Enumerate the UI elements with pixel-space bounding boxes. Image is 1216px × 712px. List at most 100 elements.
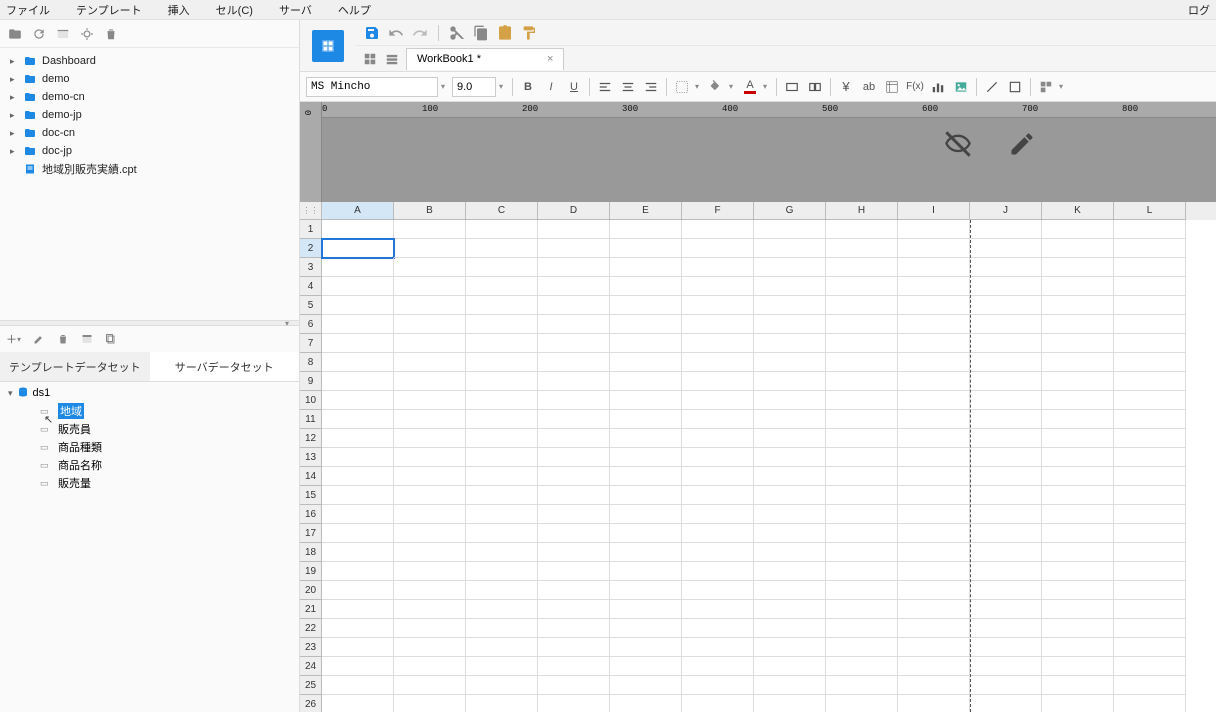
align-center-icon[interactable] <box>618 77 638 97</box>
undo-icon[interactable] <box>386 23 406 43</box>
cell[interactable] <box>1114 296 1186 315</box>
row-header[interactable]: 19 <box>300 562 322 581</box>
cell[interactable] <box>610 467 682 486</box>
cell[interactable] <box>1042 619 1114 638</box>
menu-template[interactable]: テンプレート <box>76 2 142 18</box>
tree-item[interactable]: ▸demo <box>0 70 299 88</box>
cell[interactable] <box>826 429 898 448</box>
cell[interactable] <box>682 676 754 695</box>
rename-icon[interactable] <box>54 25 72 43</box>
cell[interactable] <box>826 695 898 712</box>
tree-item[interactable]: ▸demo-cn <box>0 88 299 106</box>
text-format-icon[interactable]: ab <box>859 77 879 97</box>
cell[interactable] <box>826 562 898 581</box>
cell[interactable] <box>970 600 1042 619</box>
cell[interactable] <box>394 467 466 486</box>
cell[interactable] <box>682 315 754 334</box>
cell[interactable] <box>394 220 466 239</box>
cell[interactable] <box>1114 543 1186 562</box>
cell[interactable] <box>1114 467 1186 486</box>
cell[interactable] <box>538 258 610 277</box>
cell[interactable] <box>394 486 466 505</box>
cell[interactable] <box>1114 429 1186 448</box>
font-color-icon[interactable]: A <box>740 77 760 97</box>
cell[interactable] <box>610 638 682 657</box>
cell[interactable] <box>394 334 466 353</box>
cell[interactable] <box>970 334 1042 353</box>
bold-icon[interactable]: B <box>518 77 538 97</box>
cell[interactable] <box>322 543 394 562</box>
cell[interactable] <box>394 619 466 638</box>
cell[interactable] <box>898 277 970 296</box>
dataset-field[interactable]: ▭販売量 <box>0 474 299 492</box>
cell[interactable] <box>826 581 898 600</box>
cell[interactable] <box>538 505 610 524</box>
cell[interactable] <box>826 296 898 315</box>
cell[interactable] <box>682 524 754 543</box>
cell[interactable] <box>394 505 466 524</box>
cell[interactable] <box>826 277 898 296</box>
cell[interactable] <box>1042 676 1114 695</box>
cell[interactable] <box>1114 448 1186 467</box>
cell[interactable] <box>466 277 538 296</box>
redo-icon[interactable] <box>410 23 430 43</box>
cell[interactable] <box>898 581 970 600</box>
edit-dataset-icon[interactable] <box>30 330 48 348</box>
cell[interactable] <box>466 372 538 391</box>
cell[interactable] <box>322 410 394 429</box>
row-header[interactable]: 3 <box>300 258 322 277</box>
cell[interactable] <box>682 562 754 581</box>
cell[interactable] <box>970 429 1042 448</box>
cell[interactable] <box>538 676 610 695</box>
cell[interactable] <box>1042 258 1114 277</box>
cell[interactable] <box>322 239 394 258</box>
cell[interactable] <box>322 619 394 638</box>
cell[interactable] <box>322 353 394 372</box>
cell[interactable] <box>826 315 898 334</box>
cell[interactable] <box>394 353 466 372</box>
cell[interactable] <box>1114 657 1186 676</box>
underline-icon[interactable]: U <box>564 77 584 97</box>
format-painter-icon[interactable] <box>519 23 539 43</box>
cell[interactable] <box>322 258 394 277</box>
cell[interactable] <box>1114 562 1186 581</box>
cell[interactable] <box>898 410 970 429</box>
cell[interactable] <box>682 391 754 410</box>
cell[interactable] <box>682 410 754 429</box>
column-header[interactable]: B <box>394 202 466 220</box>
italic-icon[interactable]: I <box>541 77 561 97</box>
row-header[interactable]: 17 <box>300 524 322 543</box>
cell[interactable] <box>322 638 394 657</box>
cell[interactable] <box>754 410 826 429</box>
cell[interactable] <box>682 277 754 296</box>
column-header[interactable]: G <box>754 202 826 220</box>
cell[interactable] <box>682 581 754 600</box>
cell[interactable] <box>394 600 466 619</box>
cell[interactable] <box>898 372 970 391</box>
cell[interactable] <box>826 676 898 695</box>
cell[interactable] <box>610 486 682 505</box>
line-icon[interactable] <box>982 77 1002 97</box>
cell[interactable] <box>898 657 970 676</box>
column-header[interactable]: D <box>538 202 610 220</box>
cell[interactable] <box>394 391 466 410</box>
cell[interactable] <box>466 524 538 543</box>
cell[interactable] <box>466 505 538 524</box>
cell[interactable] <box>394 695 466 712</box>
cell[interactable] <box>754 334 826 353</box>
cell[interactable] <box>466 429 538 448</box>
cell[interactable] <box>538 429 610 448</box>
cell[interactable] <box>898 448 970 467</box>
cell[interactable] <box>1114 505 1186 524</box>
cell[interactable] <box>610 334 682 353</box>
align-left-icon[interactable] <box>595 77 615 97</box>
cell[interactable] <box>898 315 970 334</box>
cell[interactable] <box>754 638 826 657</box>
cell[interactable] <box>610 581 682 600</box>
delete-dataset-icon[interactable] <box>54 330 72 348</box>
cell[interactable] <box>538 543 610 562</box>
cell[interactable] <box>826 600 898 619</box>
cell[interactable] <box>970 410 1042 429</box>
cell[interactable] <box>754 600 826 619</box>
cell[interactable] <box>538 467 610 486</box>
